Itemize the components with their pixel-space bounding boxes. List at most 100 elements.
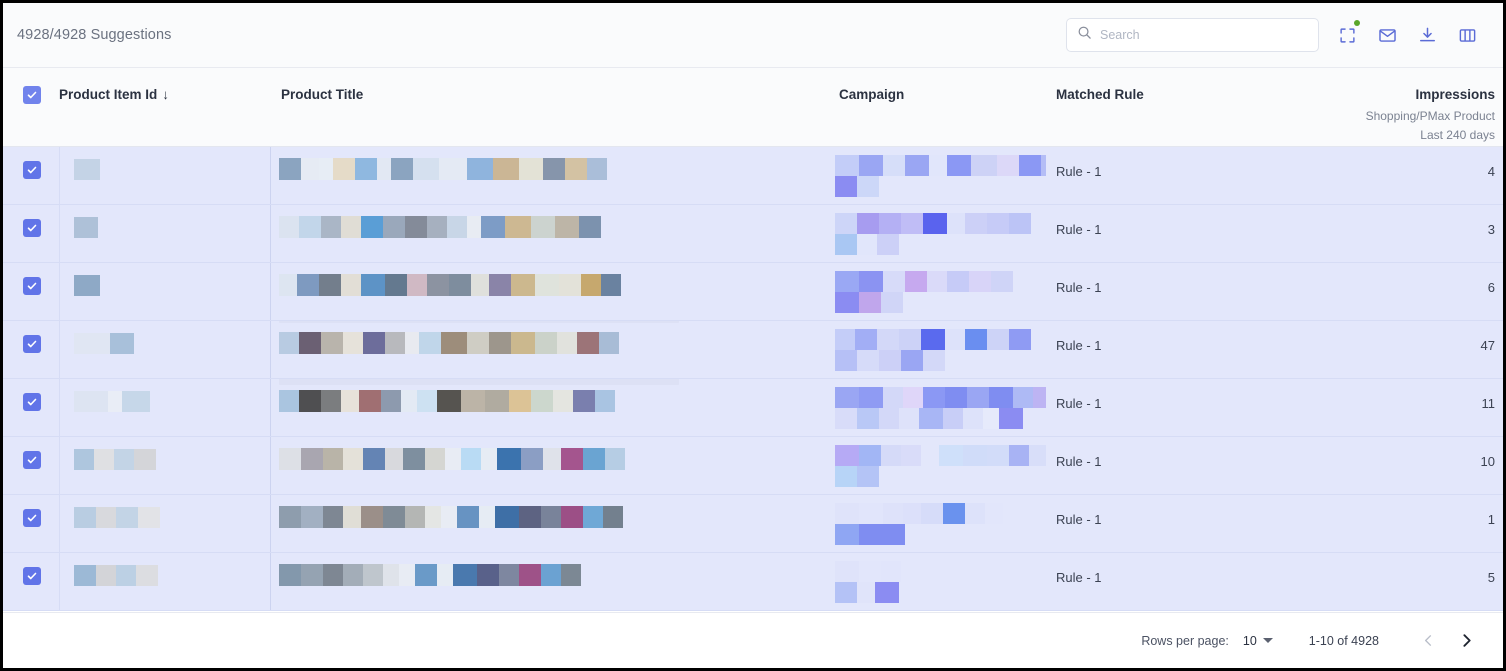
redacted-block <box>460 389 485 412</box>
pagination-range: 1-10 of 4928 <box>1308 633 1379 648</box>
redacted-block <box>412 157 439 180</box>
header-label-campaign: Campaign <box>839 87 905 102</box>
redacted-block <box>857 407 879 429</box>
previous-page-button[interactable] <box>1409 622 1447 660</box>
redacted-block <box>877 233 899 255</box>
redacted-block <box>402 447 425 470</box>
suggestions-table-page: 4928/4928 Suggestions Search Product Ite… <box>0 0 1506 671</box>
redacted-faint-band <box>278 320 679 323</box>
columns-icon[interactable] <box>1447 15 1487 55</box>
redacted-block <box>73 158 100 180</box>
redacted-block <box>879 212 901 234</box>
row-checkbox[interactable] <box>23 218 41 237</box>
redacted-block <box>494 505 519 528</box>
header-sub-last-days: Last 240 days <box>1420 127 1495 142</box>
table-row[interactable]: Rule - 14 <box>3 146 1503 205</box>
search-box[interactable] <box>1066 18 1319 52</box>
row-checkbox[interactable] <box>23 508 41 527</box>
redacted-block <box>484 389 509 412</box>
redacted-text-line <box>73 216 98 238</box>
redacted-block <box>560 563 581 586</box>
redacted-block <box>1009 444 1029 466</box>
redacted-block <box>440 331 467 354</box>
table-row[interactable]: Rule - 1 11 <box>3 378 1503 437</box>
redacted-block <box>510 331 535 354</box>
redacted-block <box>987 328 1009 350</box>
redacted-block <box>278 447 301 470</box>
redacted-block <box>384 447 403 470</box>
redacted-block <box>121 390 150 412</box>
redacted-block <box>859 291 881 313</box>
header-matched-rule[interactable]: Matched Rule <box>1046 68 1356 147</box>
row-checkbox[interactable] <box>23 392 41 411</box>
download-icon[interactable] <box>1407 15 1447 55</box>
row-checkbox[interactable] <box>23 450 41 469</box>
next-page-button[interactable] <box>1447 622 1485 660</box>
cell-product-item-id <box>58 262 270 321</box>
redacted-text-line <box>278 157 607 180</box>
redacted-block <box>384 331 405 354</box>
table-row[interactable]: Rule - 1 47 <box>3 320 1503 379</box>
toolbar: 4928/4928 Suggestions <box>3 3 1503 68</box>
cell-impressions: 5 <box>1356 552 1503 611</box>
header-campaign[interactable]: Campaign <box>828 68 1046 147</box>
redacted-block <box>360 215 383 238</box>
table-row[interactable]: Rule - 11 <box>3 494 1503 553</box>
search-input[interactable] <box>1100 28 1308 42</box>
redacted-block <box>835 328 855 350</box>
redacted-block <box>859 154 883 176</box>
redacted-block <box>480 447 497 470</box>
redacted-block <box>929 154 947 176</box>
redacted-block <box>835 175 857 197</box>
redacted-block <box>560 447 583 470</box>
cell-product-item-id <box>58 552 270 611</box>
redacted-block <box>320 215 341 238</box>
redacted-block <box>859 523 883 545</box>
cell-campaign <box>828 146 1046 205</box>
cell-impressions: 3 <box>1356 204 1503 263</box>
redacted-block <box>598 331 619 354</box>
redacted-block <box>444 447 461 470</box>
mail-icon[interactable] <box>1367 15 1407 55</box>
redacted-block <box>340 215 361 238</box>
redacted-text-line <box>73 564 158 586</box>
table-row[interactable]: Rule - 1 10 <box>3 436 1503 495</box>
redacted-block <box>278 389 299 412</box>
redacted-block <box>426 273 449 296</box>
notification-dot <box>1354 20 1360 26</box>
redacted-block <box>380 389 401 412</box>
redacted-text-line <box>835 581 899 603</box>
header-impressions[interactable]: Impressions Shopping/PMax Product Last 2… <box>1356 68 1503 147</box>
row-checkbox[interactable] <box>23 334 41 353</box>
table-row[interactable]: Rule - 13 <box>3 204 1503 263</box>
redacted-block <box>518 505 541 528</box>
search-icon <box>1077 25 1092 45</box>
header-product-title[interactable]: Product Title <box>270 68 828 147</box>
redacted-block <box>835 233 857 255</box>
redacted-text-line <box>73 332 134 354</box>
redacted-block <box>905 154 929 176</box>
redacted-block <box>963 407 983 429</box>
redacted-block <box>987 212 1009 234</box>
redacted-block <box>835 154 859 176</box>
fullscreen-icon[interactable] <box>1327 15 1367 55</box>
redacted-block <box>456 505 479 528</box>
redacted-block <box>466 215 481 238</box>
redacted-block <box>446 215 467 238</box>
row-checkbox[interactable] <box>23 276 41 295</box>
redacted-block <box>362 447 385 470</box>
redacted-text-line <box>835 154 1046 176</box>
row-checkbox[interactable] <box>23 566 41 585</box>
select-all-checkbox[interactable] <box>23 86 41 104</box>
row-checkbox[interactable] <box>23 160 41 179</box>
table-row[interactable]: Rule - 15 <box>3 552 1503 611</box>
sort-desc-icon[interactable]: ↓ <box>162 87 169 102</box>
redacted-text-line <box>835 560 901 582</box>
rows-per-page-select[interactable]: 10 <box>1243 634 1273 648</box>
pagination-bar: Rows per page: 10 1-10 of 4928 <box>3 612 1503 668</box>
redacted-block <box>137 506 160 528</box>
header-product-item-id[interactable]: Product Item Id ↓ <box>59 68 270 147</box>
header-label-product-item-id: Product Item Id <box>59 87 158 102</box>
redacted-block <box>835 386 859 408</box>
table-row[interactable]: Rule - 16 <box>3 262 1503 321</box>
